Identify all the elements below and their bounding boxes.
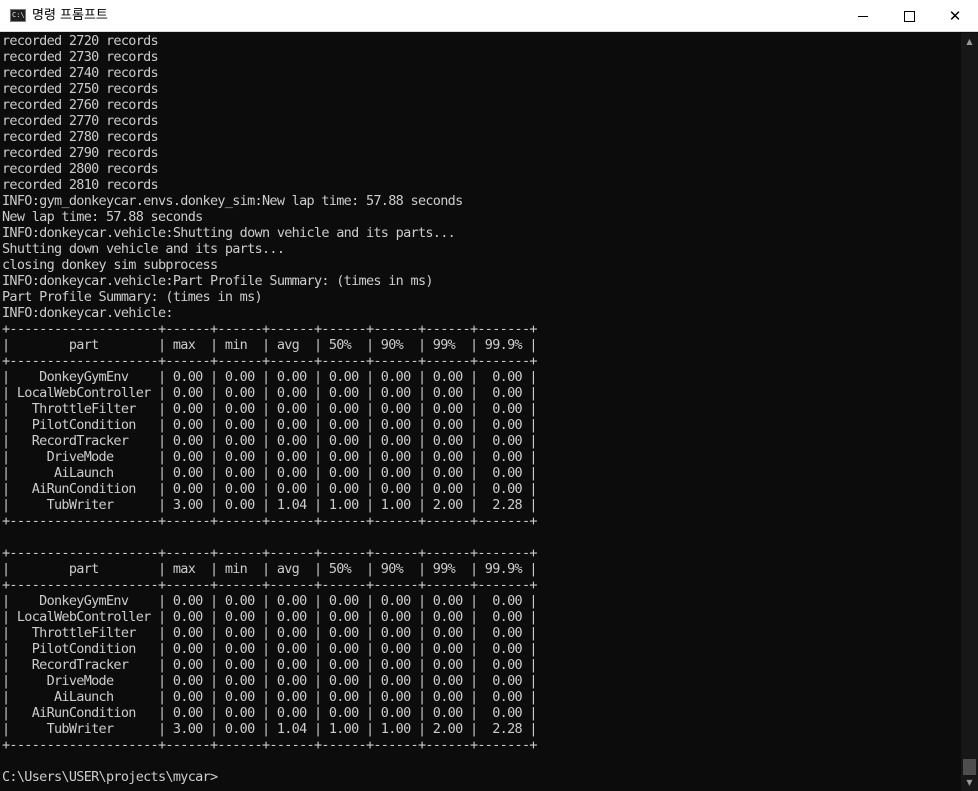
- console-line: recorded 2740 records: [2, 65, 159, 81]
- console-line: Shutting down vehicle and its parts...: [2, 241, 285, 257]
- title-bar[interactable]: C:\ 명령 프롬프트 ✕: [0, 0, 978, 32]
- console-line: | AiLaunch | 0.00 | 0.00 | 0.00 | 0.00 |…: [2, 689, 537, 705]
- console-line: | AiRunCondition | 0.00 | 0.00 | 0.00 | …: [2, 481, 537, 497]
- console-line: | part | max | min | avg | 50% | 90% | 9…: [2, 337, 537, 353]
- console-line: recorded 2760 records: [2, 97, 159, 113]
- console-output[interactable]: recorded 2720 records recorded 2730 reco…: [0, 33, 961, 791]
- console-line: closing donkey sim subprocess: [2, 257, 218, 273]
- console-line: | RecordTracker | 0.00 | 0.00 | 0.00 | 0…: [2, 433, 537, 449]
- console-line: INFO:gym_donkeycar.envs.donkey_sim:New l…: [2, 193, 463, 209]
- console-line: recorded 2790 records: [2, 145, 159, 161]
- console-line: | TubWriter | 3.00 | 0.00 | 1.04 | 1.00 …: [2, 721, 537, 737]
- console-line: +--------------------+------+------+----…: [2, 737, 537, 753]
- minimize-icon: [858, 15, 868, 17]
- console-line: recorded 2810 records: [2, 177, 159, 193]
- close-button[interactable]: ✕: [932, 0, 978, 32]
- console-line: INFO:donkeycar.vehicle:: [2, 305, 174, 321]
- console-line: recorded 2800 records: [2, 161, 159, 177]
- console-line: | AiLaunch | 0.00 | 0.00 | 0.00 | 0.00 |…: [2, 465, 537, 481]
- vertical-scrollbar[interactable]: ▲ ▼: [961, 33, 978, 791]
- console-line: Part Profile Summary: (times in ms): [2, 289, 263, 305]
- maximize-icon: [903, 10, 915, 22]
- console-line: +--------------------+------+------+----…: [2, 321, 537, 337]
- console-line: +--------------------+------+------+----…: [2, 353, 537, 369]
- console-line: New lap time: 57.88 seconds: [2, 209, 203, 225]
- maximize-button[interactable]: [886, 0, 932, 32]
- scroll-down-arrow-icon[interactable]: ▼: [961, 774, 978, 791]
- minimize-button[interactable]: [840, 0, 886, 32]
- console-line: +--------------------+------+------+----…: [2, 577, 537, 593]
- console-line: | LocalWebController | 0.00 | 0.00 | 0.0…: [2, 385, 537, 401]
- console-line: | RecordTracker | 0.00 | 0.00 | 0.00 | 0…: [2, 657, 537, 673]
- console-line: | ThrottleFilter | 0.00 | 0.00 | 0.00 | …: [2, 625, 537, 641]
- console-line: INFO:donkeycar.vehicle:Shutting down veh…: [2, 225, 456, 241]
- console-line: +--------------------+------+------+----…: [2, 545, 537, 561]
- scrollbar-thumb[interactable]: [963, 759, 976, 775]
- console-line: | TubWriter | 3.00 | 0.00 | 1.04 | 1.00 …: [2, 497, 537, 513]
- console-line: | PilotCondition | 0.00 | 0.00 | 0.00 | …: [2, 641, 537, 657]
- console-line: | DonkeyGymEnv | 0.00 | 0.00 | 0.00 | 0.…: [2, 369, 537, 385]
- scroll-up-arrow-icon[interactable]: ▲: [961, 33, 978, 50]
- terminal-icon: C:\: [10, 9, 26, 22]
- console-line: +--------------------+------+------+----…: [2, 513, 537, 529]
- console-line: recorded 2730 records: [2, 49, 159, 65]
- console-line: | LocalWebController | 0.00 | 0.00 | 0.0…: [2, 609, 537, 625]
- window-title: 명령 프롬프트: [32, 8, 108, 23]
- console-line: C:\Users\USER\projects\mycar>: [2, 769, 218, 785]
- console-line: | DriveMode | 0.00 | 0.00 | 0.00 | 0.00 …: [2, 449, 537, 465]
- console-text: recorded 2720 records recorded 2730 reco…: [0, 33, 961, 785]
- console-line: | DriveMode | 0.00 | 0.00 | 0.00 | 0.00 …: [2, 673, 537, 689]
- console-line: | ThrottleFilter | 0.00 | 0.00 | 0.00 | …: [2, 401, 537, 417]
- close-icon: ✕: [948, 6, 962, 25]
- console-line: recorded 2720 records: [2, 33, 159, 49]
- console-line: recorded 2750 records: [2, 81, 159, 97]
- console-line: | DonkeyGymEnv | 0.00 | 0.00 | 0.00 | 0.…: [2, 593, 537, 609]
- terminal-icon-text: C:\: [12, 11, 25, 19]
- console-line: recorded 2770 records: [2, 113, 159, 129]
- console-line: | PilotCondition | 0.00 | 0.00 | 0.00 | …: [2, 417, 537, 433]
- console-line: recorded 2780 records: [2, 129, 159, 145]
- console-line: | part | max | min | avg | 50% | 90% | 9…: [2, 561, 537, 577]
- console-line: INFO:donkeycar.vehicle:Part Profile Summ…: [2, 273, 434, 289]
- console-line: | AiRunCondition | 0.00 | 0.00 | 0.00 | …: [2, 705, 537, 721]
